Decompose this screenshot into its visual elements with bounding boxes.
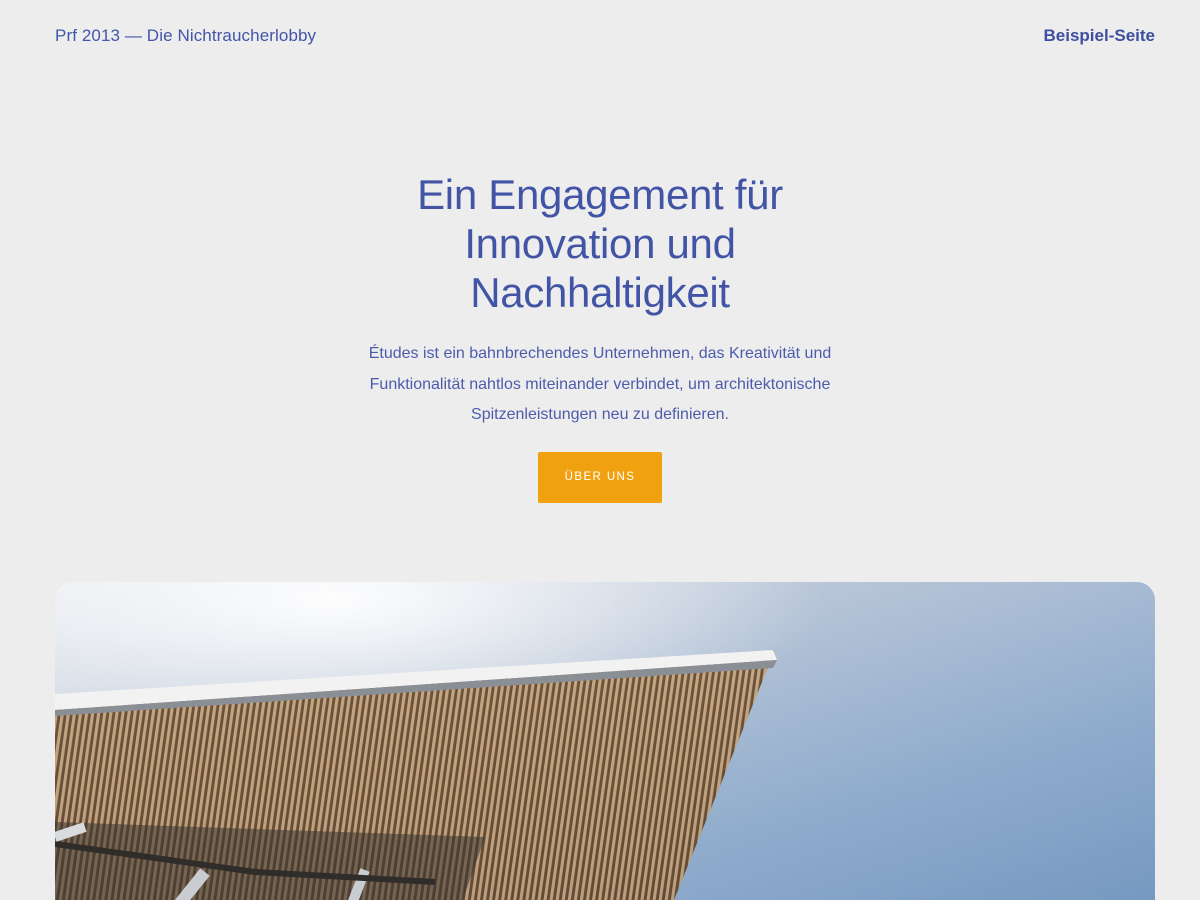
building-image	[55, 582, 1155, 900]
hero-section: Ein Engagement für Innovation und Nachha…	[0, 170, 1200, 503]
nav-link-beispiel-seite[interactable]: Beispiel-Seite	[1044, 26, 1156, 46]
site-title-link[interactable]: Prf 2013 — Die Nichtraucherlobby	[55, 26, 316, 46]
about-us-button[interactable]: ÜBER UNS	[538, 451, 662, 503]
site-header: Prf 2013 — Die Nichtraucherlobby Beispie…	[55, 22, 1155, 50]
hero-heading: Ein Engagement für Innovation und Nachha…	[417, 171, 783, 316]
building-photo-illustration	[55, 582, 1155, 900]
hero-description: Études ist ein bahnbrechendes Unternehme…	[368, 345, 832, 423]
